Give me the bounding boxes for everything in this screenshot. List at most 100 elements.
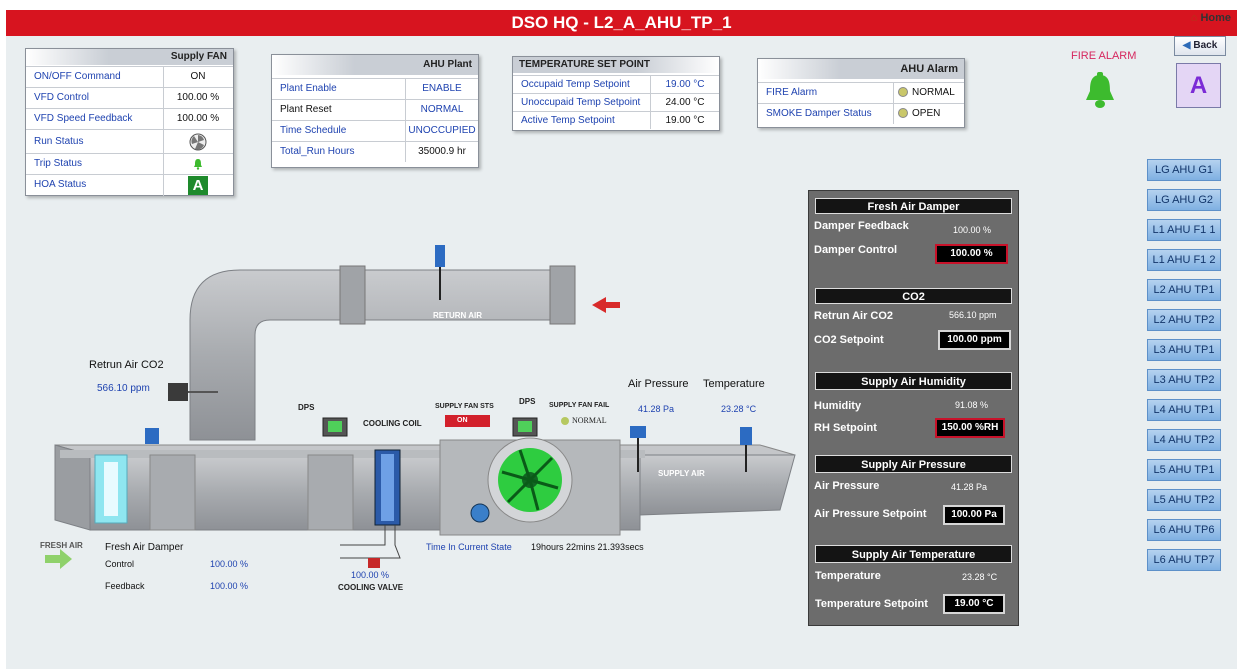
ahu-screen: DSO HQ - L2_A_AHU_TP_1 ⌂ Home ◀ Back Suppl…	[0, 0, 1245, 669]
retrun-co2-label: Retrun Air CO2	[814, 310, 894, 322]
co2-header: CO2	[815, 288, 1012, 304]
nav-button[interactable]: LG AHU G1	[1147, 159, 1221, 181]
temp-row-value: 24.00 °C	[665, 97, 705, 108]
temp-row-occupied[interactable]: Occupaid Temp Setpoint 19.00 °C	[513, 75, 719, 93]
plant-row-reset[interactable]: Plant Reset NORMAL	[272, 99, 478, 120]
time-state-label: Time In Current State	[426, 542, 512, 552]
supply-fan-fail-status: NORMAL	[561, 416, 607, 426]
nav-button[interactable]: L6 AHU TP7	[1147, 549, 1221, 571]
air-pressure-title: Air Pressure	[628, 378, 689, 390]
damper-control-input[interactable]: 100.00 %	[935, 244, 1008, 264]
fresh-damper-title: Fresh Air Damper	[105, 542, 184, 553]
temp-row-value: 19.00 °C	[665, 115, 705, 126]
supply-fan-panel: Supply FAN ON/OFF Command ON VFD Control 1…	[25, 48, 234, 196]
dps-label-1: DPS	[298, 403, 315, 412]
plant-row-schedule[interactable]: Time Schedule UNOCCUPIED	[272, 120, 478, 141]
supply-fan-sts-label: SUPPLY FAN STS	[435, 403, 494, 410]
ahu-alarm-header: AHU Alarm	[758, 59, 964, 79]
alarm-row-text: NORMAL	[912, 87, 955, 98]
retrun-co2-readout: 566.10 ppm	[949, 310, 997, 320]
temp-row-label: Unoccupaid Temp Setpoint	[513, 94, 651, 111]
rh-setpoint-input[interactable]: 150.00 %RH	[935, 418, 1005, 438]
nav-button[interactable]: L1 AHU F1 1	[1147, 219, 1221, 241]
nav-button[interactable]: L5 AHU TP2	[1147, 489, 1221, 511]
fan-row-label: Run Status	[26, 130, 164, 153]
ahu-plant-header: AHU Plant	[272, 55, 478, 75]
nav-button[interactable]: L3 AHU TP2	[1147, 369, 1221, 391]
temp-setpoint-panel: TEMPERATURE SET POINT Occupaid Temp Setp…	[512, 56, 720, 131]
plant-row-run-hours: Total_Run Hours 35000.9 hr	[272, 141, 478, 162]
alarm-row-value: OPEN	[894, 104, 964, 124]
fan-row-label: VFD Control	[26, 88, 164, 108]
status-led-icon	[898, 108, 908, 119]
cooling-valve-label: COOLING VALVE	[338, 583, 404, 592]
plant-row-value: UNOCCUPIED	[408, 125, 476, 136]
supply-fan-header: Supply FAN	[26, 49, 233, 65]
back-label: Back	[1193, 40, 1218, 51]
damper-control-label: Damper Control	[814, 244, 898, 256]
alarm-row-label: SMOKE Damper Status	[758, 104, 894, 124]
temp-row-unoccupied[interactable]: Unoccupaid Temp Setpoint 24.00 °C	[513, 93, 719, 111]
plant-row-enable[interactable]: Plant Enable ENABLE	[272, 78, 478, 99]
mode-badge[interactable]: A	[1176, 63, 1221, 108]
fan-row-onoff[interactable]: ON/OFF Command ON	[26, 66, 233, 87]
temp-row-label: Active Temp Setpoint	[513, 112, 651, 129]
fan-row-value: 100.00 %	[176, 113, 220, 124]
back-button[interactable]: ◀ Back	[1174, 36, 1226, 56]
nav-button[interactable]: L6 AHU TP6	[1147, 519, 1221, 541]
nav-button[interactable]: L1 AHU F1 2	[1147, 249, 1221, 271]
supply-fan-fail-label: SUPPLY FAN FAIL	[549, 402, 610, 409]
fan-row-vfd-control[interactable]: VFD Control 100.00 %	[26, 87, 233, 108]
nav-button[interactable]: LG AHU G2	[1147, 189, 1221, 211]
hoa-badge: A	[188, 176, 208, 195]
fire-alarm-bell-icon[interactable]	[1082, 72, 1118, 115]
temperature-title: Temperature	[703, 378, 765, 390]
nav-button[interactable]: L5 AHU TP1	[1147, 459, 1221, 481]
alarm-row-value: NORMAL	[894, 83, 964, 103]
air-pressure-setpoint-input[interactable]: 100.00 Pa	[943, 505, 1005, 525]
humidity-value: 91.08 %	[955, 400, 989, 410]
supply-temp-label: Temperature	[815, 570, 881, 582]
home-icon: ⌂	[1190, 12, 1198, 24]
supply-fan-sts-value: ON	[457, 417, 468, 424]
fresh-control-label: Control	[105, 559, 135, 569]
temp-row-active: Active Temp Setpoint 19.00 °C	[513, 111, 719, 129]
cooling-coil-label: COOLING COIL	[363, 419, 422, 428]
temp-row-value: 19.00 °C	[665, 79, 705, 90]
temp-setpoint-input[interactable]: 19.00 °C	[943, 594, 1005, 614]
air-pressure-value: 41.28 Pa	[638, 404, 675, 414]
fresh-air-damper-header: Fresh Air Damper	[815, 198, 1012, 214]
return-air-label: RETURN AIR	[433, 311, 483, 320]
fire-alarm-label: FIRE ALARM	[1071, 50, 1137, 62]
nav-button[interactable]: L2 AHU TP2	[1147, 309, 1221, 331]
nav-button[interactable]: L2 AHU TP1	[1147, 279, 1221, 301]
temp-setpoint-header: TEMPERATURE SET POINT	[513, 57, 719, 73]
co2-setpoint-input[interactable]: 100.00 ppm	[938, 330, 1011, 350]
supply-temp-value: 23.28 °C	[962, 572, 998, 582]
rh-setpoint-label: RH Setpoint	[814, 422, 877, 434]
home-label: Home	[1200, 12, 1231, 24]
fresh-control-value[interactable]: 100.00 %	[210, 559, 248, 569]
home-link[interactable]: ⌂ Home	[1191, 12, 1231, 24]
plant-row-value: ENABLE	[422, 83, 462, 94]
nav-button[interactable]: L3 AHU TP1	[1147, 339, 1221, 361]
plant-row-label: Time Schedule	[272, 121, 406, 141]
fan-row-label: HOA Status	[26, 175, 164, 196]
fresh-feedback-label: Feedback	[105, 581, 145, 591]
time-state-value: 19hours 22mins 21.393secs	[531, 542, 644, 552]
humidity-header: Supply Air Humidity	[815, 372, 1012, 390]
cooling-valve-value: 100.00 %	[351, 570, 390, 580]
humidity-label: Humidity	[814, 400, 862, 412]
fan-row-value: 100.00 %	[176, 92, 220, 103]
nav-button[interactable]: L4 AHU TP2	[1147, 429, 1221, 451]
plant-row-value: NORMAL	[420, 104, 464, 115]
fan-row-vfd-feedback: VFD Speed Feedback 100.00 %	[26, 108, 233, 129]
ahu-plant-panel: AHU Plant Plant Enable ENABLE Plant Reset…	[271, 54, 479, 168]
nav-button[interactable]: L4 AHU TP1	[1147, 399, 1221, 421]
supply-temp-header: Supply Air Temperature	[815, 545, 1012, 563]
plant-row-label: Plant Enable	[272, 79, 406, 99]
temp-row-label: Occupaid Temp Setpoint	[513, 76, 651, 93]
back-arrow-icon: ◀	[1182, 40, 1191, 51]
supply-fan-fail-value: NORMAL	[572, 416, 607, 425]
fan-row-label: Trip Status	[26, 154, 164, 174]
